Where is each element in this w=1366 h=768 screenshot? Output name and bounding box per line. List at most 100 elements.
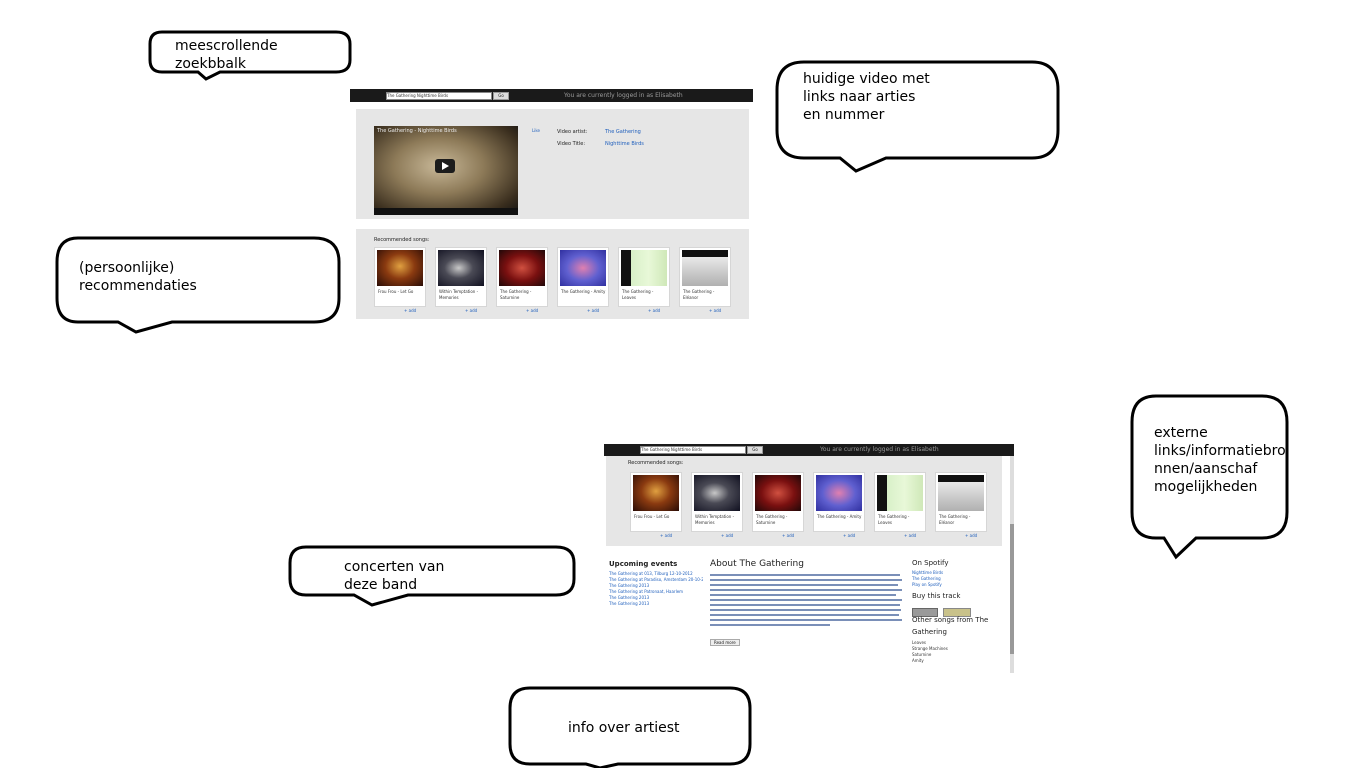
song-title[interactable]: The Gathering - Leaves: [622, 289, 667, 301]
login-status: You are currently logged in as Elisabeth: [820, 446, 939, 453]
add-song-button[interactable]: + add: [904, 533, 916, 538]
annotation-text: huidige video met links naar arties en n…: [803, 71, 930, 123]
song-title[interactable]: The Gathering - Saturnine: [756, 514, 801, 526]
song-title[interactable]: The Gathering - Eléanor: [939, 514, 984, 526]
add-song-button[interactable]: + add: [782, 533, 794, 538]
events-heading: Upcoming events: [609, 560, 678, 568]
annotation-artist-info: info over artiest: [508, 686, 754, 768]
annotation-text: externe links/informatiebro nnen/aanscha…: [1154, 425, 1286, 495]
annotation-text: meescrollende zoekbbalk: [175, 38, 278, 72]
add-song-button[interactable]: + add: [465, 308, 477, 313]
song-card[interactable]: Within Temptation - Memories: [435, 247, 487, 307]
add-song-button[interactable]: + add: [660, 533, 672, 538]
song-thumbnail[interactable]: [755, 475, 801, 511]
search-button[interactable]: Go: [493, 92, 509, 100]
events-column: Upcoming events The Gathering at 013, Ti…: [609, 560, 703, 607]
song-title[interactable]: Within Temptation - Memories: [439, 289, 484, 301]
list-link[interactable]: Play on Spotify: [912, 582, 998, 588]
song-thumbnail[interactable]: [694, 475, 740, 511]
mockup-artist-page: The Gathering Nighttime Birds Go You are…: [604, 444, 1014, 673]
song-card[interactable]: The Gathering - Amity: [557, 247, 609, 307]
recommendations-panel: Recommended songs: Frou Frou - Let Go + a…: [606, 456, 1002, 546]
song-card[interactable]: Frou Frou - Let Go: [630, 472, 682, 532]
song-card[interactable]: The Gathering - Saturnine: [496, 247, 548, 307]
song-title[interactable]: The Gathering - Amity: [817, 514, 862, 520]
other-songs-list: Leaves Strange Machines Saturnine Amity: [912, 640, 998, 664]
about-text: [710, 574, 906, 626]
song-card[interactable]: The Gathering - Eléanor: [935, 472, 987, 532]
like-button[interactable]: Like: [532, 128, 540, 133]
song-title[interactable]: Frou Frou - Let Go: [634, 514, 679, 520]
list-link[interactable]: Amity: [912, 658, 998, 664]
annotation-recommendations: (persoonlijke) recommendaties: [54, 236, 342, 334]
top-bar: The Gathering Nighttime Birds Go You are…: [604, 444, 1014, 456]
song-title[interactable]: Frou Frou - Let Go: [378, 289, 423, 295]
video-player[interactable]: The Gathering - Nighttime Birds: [374, 126, 518, 215]
video-title-label: Video Title:: [557, 141, 585, 147]
search-input[interactable]: The Gathering Nighttime Birds: [386, 92, 492, 100]
song-title[interactable]: The Gathering - Eléanor: [683, 289, 728, 301]
song-thumbnail[interactable]: [682, 250, 728, 286]
song-title[interactable]: Within Temptation - Memories: [695, 514, 740, 526]
song-title[interactable]: The Gathering - Amity: [561, 289, 606, 295]
add-song-button[interactable]: + add: [843, 533, 855, 538]
song-card[interactable]: The Gathering - Leaves: [618, 247, 670, 307]
video-title-bar: The Gathering - Nighttime Birds: [377, 128, 457, 134]
add-song-button[interactable]: + add: [965, 533, 977, 538]
spotify-heading: On Spotify: [912, 559, 949, 567]
annotation-current-video: huidige video met links naar arties en n…: [774, 60, 1062, 174]
recommended-heading: Recommended songs:: [628, 460, 684, 466]
song-title[interactable]: The Gathering - Saturnine: [500, 289, 545, 301]
song-card[interactable]: The Gathering - Amity: [813, 472, 865, 532]
login-status: You are currently logged in as Elisabeth: [564, 92, 683, 99]
song-title[interactable]: The Gathering - Leaves: [878, 514, 923, 526]
song-card[interactable]: The Gathering - Leaves: [874, 472, 926, 532]
annotation-text: info over artiest: [568, 720, 680, 736]
add-song-button[interactable]: + add: [404, 308, 416, 313]
about-heading: About The Gathering: [710, 559, 804, 569]
annotation-search-bar: meescrollende zoekbbalk: [148, 30, 352, 82]
recommended-heading: Recommended songs:: [374, 237, 430, 243]
add-song-button[interactable]: + add: [721, 533, 733, 538]
list-link[interactable]: The Gathering 2013: [609, 601, 703, 607]
song-card[interactable]: The Gathering - Saturnine: [752, 472, 804, 532]
play-icon[interactable]: [435, 159, 455, 173]
song-thumbnail[interactable]: [816, 475, 862, 511]
song-thumbnail[interactable]: [633, 475, 679, 511]
annotation-external-links: externe links/informatiebro nnen/aanscha…: [1130, 394, 1290, 560]
annotation-text: concerten van deze band: [344, 559, 445, 593]
search-input[interactable]: The Gathering Nighttime Birds: [640, 446, 746, 454]
events-list: The Gathering at 013, Tilburg 12-10-2012…: [609, 571, 703, 607]
top-bar: The Gathering Nighttime Birds Go You are…: [350, 89, 753, 102]
add-song-button[interactable]: + add: [648, 308, 660, 313]
about-column: About The Gathering Read more: [710, 559, 906, 648]
buy-heading: Buy this track: [912, 592, 961, 600]
video-title-link[interactable]: Nighttime Birds: [605, 141, 644, 147]
add-song-button[interactable]: + add: [587, 308, 599, 313]
song-thumbnail[interactable]: [877, 475, 923, 511]
other-songs-heading: Other songs from The Gathering: [912, 616, 989, 636]
video-controls[interactable]: [374, 208, 518, 215]
video-panel: The Gathering - Nighttime Birds Like Vid…: [356, 109, 749, 219]
add-song-button[interactable]: + add: [526, 308, 538, 313]
add-song-button[interactable]: + add: [709, 308, 721, 313]
mockup-video-page: The Gathering Nighttime Birds Go You are…: [350, 89, 753, 323]
video-artist-link[interactable]: The Gathering: [605, 129, 641, 135]
annotation-concerts: concerten van deze band: [288, 545, 578, 607]
song-card[interactable]: Within Temptation - Memories: [691, 472, 743, 532]
song-thumbnail[interactable]: [938, 475, 984, 511]
song-card[interactable]: The Gathering - Eléanor: [679, 247, 731, 307]
search-button[interactable]: Go: [747, 446, 763, 454]
buy-buttons: [912, 602, 998, 617]
spotify-links: Nighttime Birds The Gathering Play on Spot…: [912, 570, 998, 588]
annotation-text: (persoonlijke) recommendaties: [79, 260, 197, 294]
song-thumbnail[interactable]: [560, 250, 606, 286]
song-thumbnail[interactable]: [621, 250, 667, 286]
song-thumbnail[interactable]: [377, 250, 423, 286]
song-card[interactable]: Frou Frou - Let Go: [374, 247, 426, 307]
read-more-button[interactable]: Read more: [710, 639, 740, 646]
song-thumbnail[interactable]: [499, 250, 545, 286]
video-artist-label: Video artist:: [557, 129, 588, 135]
scrollbar[interactable]: [1010, 456, 1014, 673]
song-thumbnail[interactable]: [438, 250, 484, 286]
